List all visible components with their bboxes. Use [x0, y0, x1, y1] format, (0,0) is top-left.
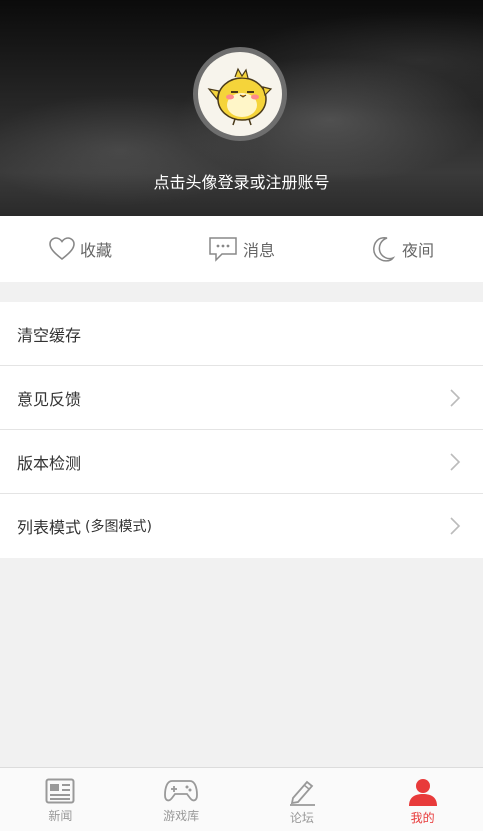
version-check-label: 版本检测 — [17, 453, 82, 473]
list-mode-item[interactable]: 列表模式 (多图模式) — [0, 494, 483, 558]
tab-news-label: 新闻 — [48, 809, 73, 823]
gamepad-icon — [164, 780, 199, 802]
chevron-right-icon — [450, 389, 461, 407]
clear-cache-item[interactable]: 清空缓存 — [0, 302, 483, 366]
list-mode-label: 列表模式 — [17, 518, 82, 537]
feedback-item[interactable]: 意见反馈 — [0, 366, 483, 430]
avatar[interactable] — [193, 47, 287, 141]
moon-icon — [373, 237, 396, 262]
feedback-label: 意见反馈 — [17, 389, 82, 409]
message-icon — [209, 237, 237, 262]
version-check-item[interactable]: 版本检测 — [0, 430, 483, 494]
heart-icon — [49, 237, 75, 261]
pen-icon — [289, 780, 315, 806]
messages-button[interactable]: 消息 — [161, 216, 322, 282]
list-mode-value: (多图模式) — [85, 519, 152, 535]
night-mode-button[interactable]: 夜间 — [322, 216, 483, 282]
tab-game-library[interactable]: 游戏库 — [121, 768, 242, 831]
chick-mascot-icon — [207, 67, 273, 126]
tab-forum[interactable]: 论坛 — [242, 768, 363, 831]
settings-menu: 清空缓存 意见反馈 版本检测 列表模式 (多图模式) — [0, 302, 483, 558]
news-icon — [45, 778, 75, 804]
quick-actions-bar: 收藏 消息 夜间 — [0, 216, 483, 282]
tab-mine[interactable]: 我的 — [362, 768, 483, 831]
night-mode-label: 夜间 — [401, 241, 434, 260]
clear-cache-label: 清空缓存 — [17, 325, 82, 345]
favorites-label: 收藏 — [79, 241, 112, 260]
person-icon — [408, 779, 437, 806]
messages-label: 消息 — [242, 241, 275, 260]
avatar-image — [198, 52, 282, 136]
tab-news[interactable]: 新闻 — [0, 768, 121, 831]
chevron-right-icon — [450, 517, 461, 535]
tab-forum-label: 论坛 — [289, 811, 314, 825]
profile-header: 点击头像登录或注册账号 — [0, 0, 483, 216]
login-prompt[interactable]: 点击头像登录或注册账号 — [0, 169, 483, 193]
chevron-right-icon — [450, 453, 461, 471]
favorites-button[interactable]: 收藏 — [0, 216, 161, 282]
tab-game-library-label: 游戏库 — [163, 809, 200, 823]
bottom-tab-bar: 新闻 游戏库 论坛 我的 — [0, 767, 483, 831]
tab-mine-label: 我的 — [410, 811, 435, 825]
